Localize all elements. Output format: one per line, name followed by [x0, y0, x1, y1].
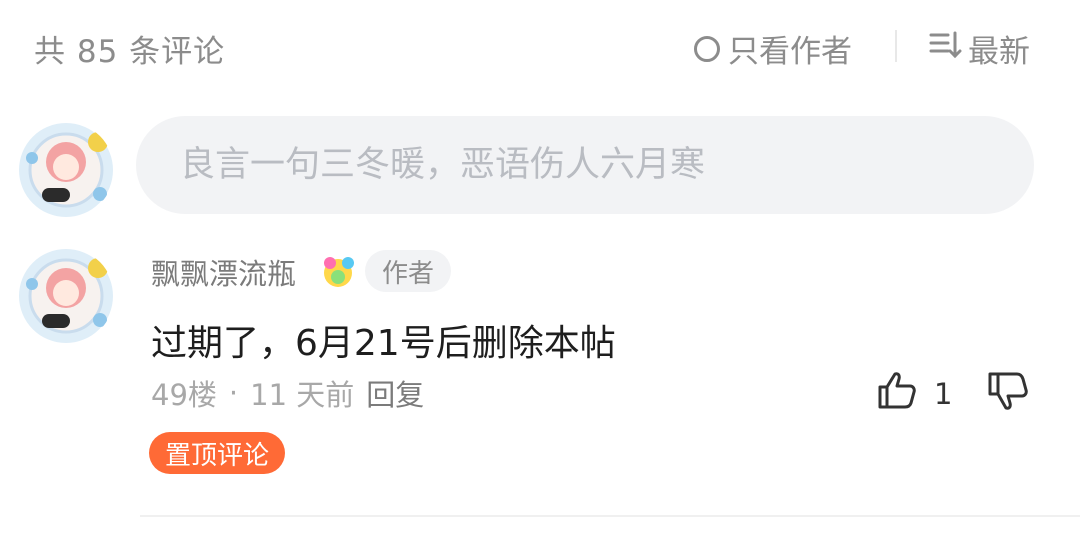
comment-time: 11 天前 [250, 378, 355, 412]
pinned-comment-badge: 置顶评论 [149, 432, 286, 474]
comment-input-box[interactable] [136, 116, 1034, 214]
comment-text: 过期了，6月21号后删除本帖 [151, 323, 616, 364]
author-only-label: 只看作者 [728, 34, 852, 70]
commenter-avatar[interactable] [18, 248, 114, 344]
author-only-toggle[interactable]: 只看作者 [694, 26, 852, 71]
comment-meta: 49楼 · 11 天前 回复 [151, 372, 424, 414]
like-count: 1 [934, 376, 953, 411]
commenter-username[interactable]: 飘飘漂流瓶 [151, 251, 296, 293]
author-tag: 作者 [365, 250, 452, 292]
meta-dot: · [228, 376, 239, 410]
reply-button[interactable]: 回复 [366, 372, 424, 414]
sort-label: 最新 [968, 34, 1030, 70]
thumbs-up-icon [876, 370, 918, 417]
sort-button[interactable]: 最新 [928, 26, 1030, 71]
circle-icon [694, 35, 720, 62]
comment-input[interactable] [178, 144, 1034, 186]
dislike-button[interactable] [986, 370, 1032, 418]
floor-number: 49楼 [151, 378, 217, 412]
my-avatar[interactable] [18, 122, 114, 218]
comment-count: 共 85 条评论 [34, 34, 226, 70]
like-button[interactable]: 1 [876, 370, 952, 417]
badge-icon [318, 253, 358, 289]
header-divider [895, 30, 897, 62]
comment-divider [140, 515, 1080, 517]
sort-icon [928, 30, 962, 68]
thumbs-down-icon [986, 372, 1032, 418]
